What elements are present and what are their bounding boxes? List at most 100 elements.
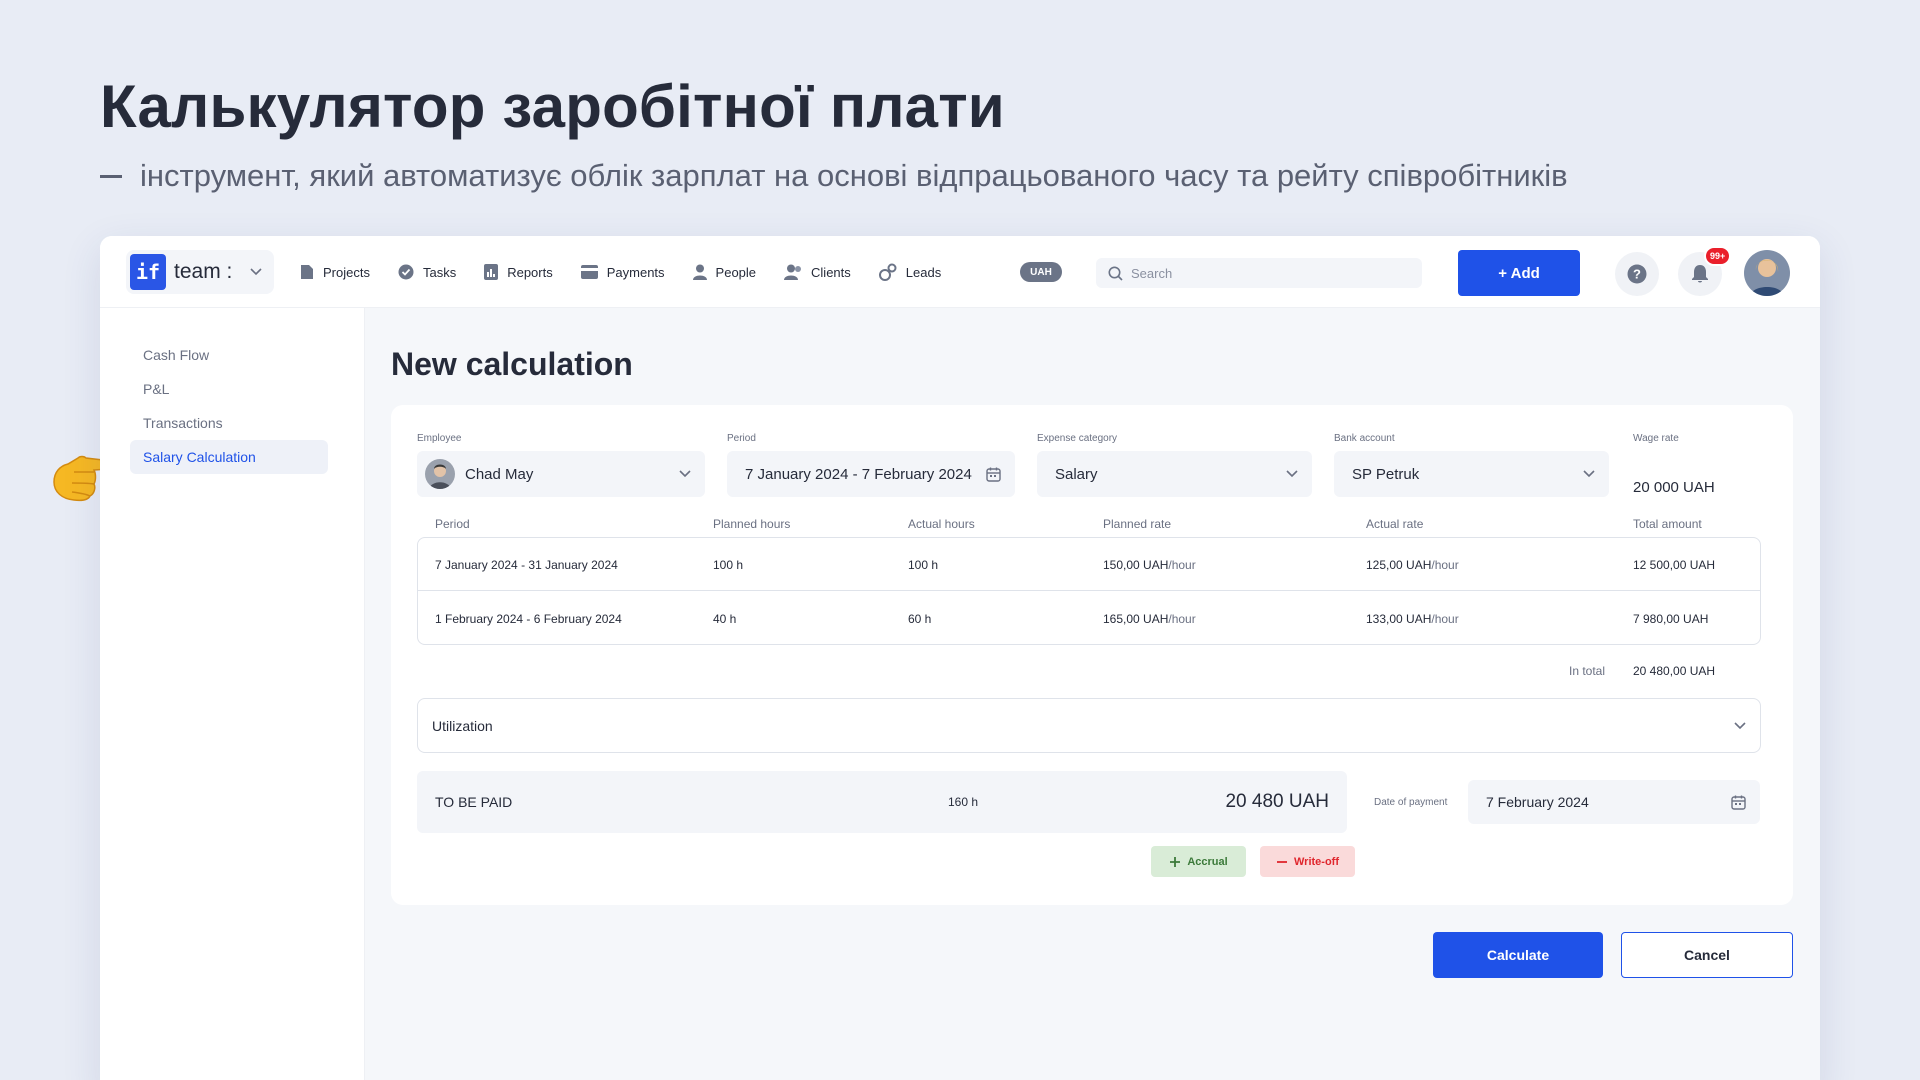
actual-rate-value: 125,00 UAH [1366,557,1432,572]
check-circle-icon [398,264,414,280]
avatar-image [425,459,455,489]
user-avatar[interactable] [1744,250,1790,296]
sidebar-item-pl[interactable]: P&L [130,372,328,406]
slide-subtitle: інструмент, який автоматизує облік зарпл… [100,158,1568,194]
in-total-value: 20 480,00 UAH [1633,664,1716,678]
bank-account-label: Bank account [1334,433,1395,444]
rate-unit: /hour [1168,557,1196,572]
search-icon [1108,266,1123,281]
sidebar-item-transactions[interactable]: Transactions [130,406,328,440]
chevron-down-icon [1286,470,1298,478]
nav-item-reports[interactable]: Reports [484,264,553,280]
nav-label-payments: Payments [606,264,665,280]
employee-select[interactable]: Chad May [417,451,705,497]
nav-item-people[interactable]: People [692,264,756,280]
bank-account-value: SP Petruk [1352,465,1420,483]
minus-icon [1276,860,1287,863]
currency-pill[interactable]: UAH [1020,262,1062,282]
calendar-icon [1731,795,1746,810]
to-be-paid-hours: 160 h [948,795,979,809]
accrual-label: Accrual [1187,855,1228,868]
write-off-button[interactable]: Write-off [1260,846,1355,877]
employee-label: Employee [417,433,462,444]
search-box[interactable] [1096,258,1422,288]
planned-rate-value: 150,00 UAH [1103,557,1169,572]
cell-planned-rate: 165,00 UAH/hour [1103,592,1196,645]
card-icon [580,265,598,279]
periods-table: 7 January 2024 - 31 January 2024 100 h 1… [417,537,1761,645]
date-of-payment-value: 7 February 2024 [1486,794,1589,810]
cell-planned-hours: 100 h [713,557,744,572]
nav-menu: Projects Tasks Reports Payments People C… [300,236,969,308]
chevron-down-icon [1583,470,1595,478]
nav-item-clients[interactable]: Clients [784,264,851,280]
column-header-planned-hours: Planned hours [713,517,791,531]
calculate-button[interactable]: Calculate [1433,932,1603,978]
sidebar-item-salary-calculation[interactable]: Salary Calculation [130,440,328,474]
brand-name: team : [174,260,233,283]
cell-planned-hours: 40 h [713,611,737,626]
help-icon: ? [1627,264,1647,284]
cell-actual-rate: 133,00 UAH/hour [1366,592,1459,645]
svg-text:?: ? [1633,267,1641,282]
sidebar-item-cash-flow[interactable]: Cash Flow [130,338,328,372]
nav-label-projects: Projects [323,264,370,280]
accrual-button[interactable]: Accrual [1151,846,1246,877]
cell-period: 1 February 2024 - 6 February 2024 [435,611,622,626]
nav-label-reports: Reports [507,264,553,280]
app-window: if team : Projects Tasks Reports Payment… [100,236,1820,1080]
rate-unit: /hour [1168,611,1196,626]
cell-actual-rate: 125,00 UAH/hour [1366,538,1459,591]
chevron-down-icon [679,470,691,478]
add-button[interactable]: + Add [1458,250,1580,296]
wage-rate-label: Wage rate [1633,433,1679,444]
main-content: New calculation Employee Chad May Period… [365,308,1820,1080]
calendar-icon [986,467,1001,482]
help-button[interactable]: ? [1615,252,1659,296]
cell-actual-hours: 60 h [908,611,932,626]
plus-icon [1170,856,1181,867]
nav-item-leads[interactable]: Leads [878,263,942,281]
to-be-paid-label: TO BE PAID [435,794,513,810]
column-header-period: Period [435,517,470,531]
column-header-planned-rate: Planned rate [1103,517,1172,531]
nav-item-payments[interactable]: Payments [580,264,665,280]
cell-period: 7 January 2024 - 31 January 2024 [435,557,618,572]
slide-subtitle-text: інструмент, який автоматизує облік зарпл… [140,158,1568,193]
utilization-label: Utilization [432,717,493,734]
calculation-card: Employee Chad May Period 7 January 2024 … [391,405,1793,905]
top-navigation: if team : Projects Tasks Reports Payment… [100,236,1820,308]
slide-title: Калькулятор заробітної плати [100,73,1005,140]
cell-total: 12 500,00 UAH [1633,557,1716,572]
sidebar: Cash Flow P&L Transactions Salary Calcul… [100,308,365,1080]
nav-item-projects[interactable]: Projects [300,264,370,280]
search-input[interactable] [1131,265,1411,281]
cell-total: 7 980,00 UAH [1633,611,1709,626]
person-icon [692,264,707,280]
clients-icon [784,264,802,280]
bell-icon [1692,265,1708,283]
brand-logo: if [130,254,166,290]
expense-category-label: Expense category [1037,433,1118,444]
workspace-switcher[interactable]: if team : [126,250,274,294]
date-of-payment-picker[interactable]: 7 February 2024 [1468,780,1760,824]
notification-badge: 99+ [1704,246,1732,266]
nav-label-leads: Leads [905,264,942,280]
dash-icon [100,174,122,178]
utilization-accordion[interactable]: Utilization [417,698,1761,753]
expense-category-value: Salary [1055,465,1098,483]
cancel-button[interactable]: Cancel [1621,932,1793,978]
column-header-actual-rate: Actual rate [1366,517,1424,531]
period-picker[interactable]: 7 January 2024 - 7 February 2024 [727,451,1015,497]
bank-account-select[interactable]: SP Petruk [1334,451,1609,497]
page-title: New calculation [391,346,633,382]
avatar-image [1744,250,1790,296]
table-row: 1 February 2024 - 6 February 2024 40 h 6… [418,592,1760,645]
to-be-paid-box: TO BE PAID 160 h 20 480 UAH [417,771,1347,833]
expense-category-select[interactable]: Salary [1037,451,1312,497]
employee-avatar [425,459,455,489]
nav-item-tasks[interactable]: Tasks [398,264,456,280]
rate-unit: /hour [1431,557,1459,572]
employee-value: Chad May [465,465,534,483]
column-header-actual-hours: Actual hours [908,517,975,531]
